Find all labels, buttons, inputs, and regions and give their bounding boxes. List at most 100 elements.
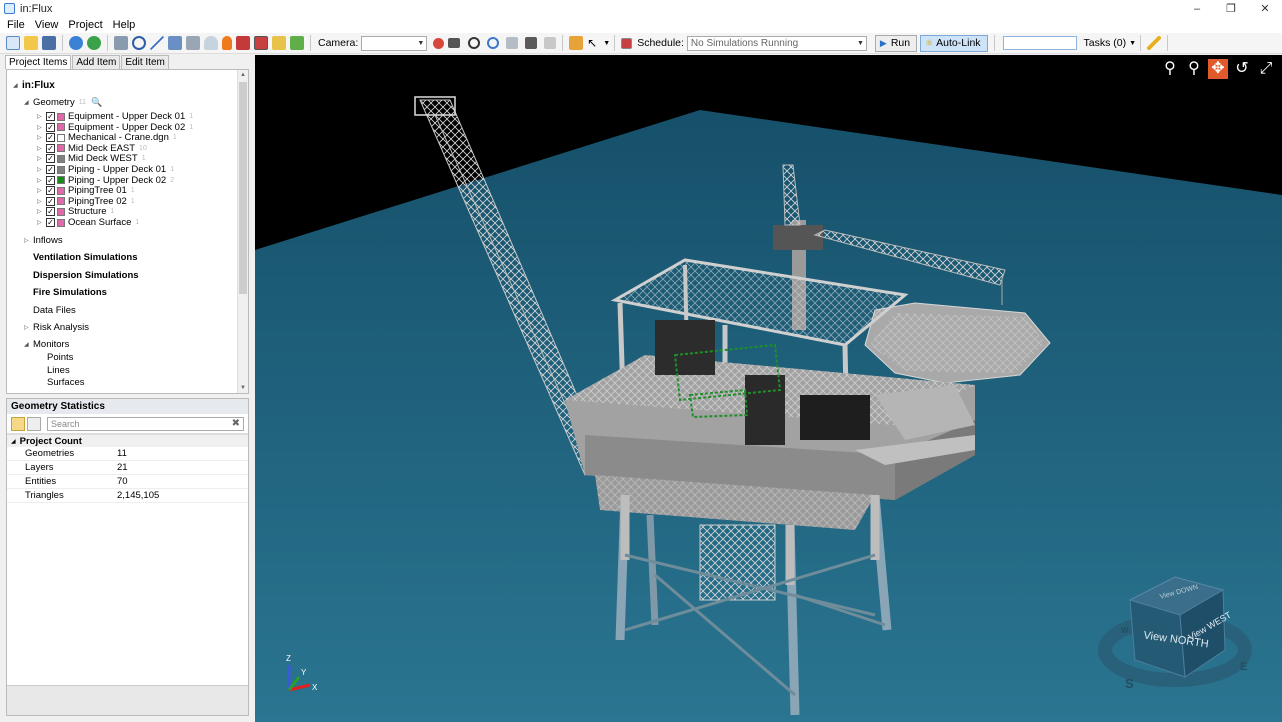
tree-root[interactable]: ◢ in:Flux [13,80,55,91]
tree-monitors[interactable]: ◢ Monitors [24,339,69,350]
schedule-select[interactable]: No Simulations Running ▼ [686,35,867,51]
tasks-dropdown-icon[interactable]: ▼ [1129,40,1136,47]
tree-inflows[interactable]: ▷ Inflows [24,235,63,246]
geometry-item[interactable]: ▷ ✓ PipingTree 02 1 [37,196,135,207]
plane-icon[interactable] [168,36,182,50]
tree-ventilation[interactable]: Ventilation Simulations [33,252,138,263]
menu-project[interactable]: Project [63,19,107,31]
layers-icon[interactable] [114,36,128,50]
geometry-item[interactable]: ▷ ✓ Piping - Upper Deck 01 1 [37,164,174,175]
tree-surfaces[interactable]: Surfaces [47,377,85,388]
ball-icon[interactable] [468,37,481,49]
stats-group[interactable]: ◢ Project Count [7,434,248,447]
collapsed-icon[interactable]: ▷ [24,237,33,244]
geometry-item[interactable]: ▷ ✓ PipingTree 01 1 [37,185,135,196]
scene-svg[interactable]: Z Y X View NORTH View WEST View DOWN S E… [255,55,1282,722]
tab-edit-item[interactable]: Edit Item [121,55,169,69]
collapsed-icon[interactable]: ▷ [37,219,46,226]
menu-file[interactable]: File [2,19,30,31]
export-icon[interactable] [272,36,286,50]
tree-risk[interactable]: ▷ Risk Analysis [24,322,89,333]
camera-select[interactable]: ▼ [361,35,428,51]
geometry-item[interactable]: ▷ ✓ Equipment - Upper Deck 02 1 [37,122,193,133]
stats-row[interactable]: Geometries 11 [7,447,248,461]
visibility-checkbox[interactable]: ✓ [46,143,55,153]
stats-search-input[interactable]: Search ✖ [47,416,244,431]
cursor-dropdown-icon[interactable]: ▼ [603,40,610,47]
tab-add-item[interactable]: Add Item [72,55,121,69]
geometry-item[interactable]: ▷ ✓ Mechanical - Crane.dgn 1 [37,132,177,143]
stats-row[interactable]: Triangles 2,145,105 [7,489,248,503]
tab-project-items[interactable]: Project Items [5,55,72,69]
collapsed-icon[interactable]: ▷ [37,124,46,131]
list-icon[interactable] [525,37,538,49]
visibility-checkbox[interactable]: ✓ [46,186,55,196]
chart-icon[interactable] [290,36,304,50]
menu-help[interactable]: Help [108,19,141,31]
collapsed-icon[interactable]: ▷ [37,113,46,120]
table-icon[interactable] [254,36,268,50]
report-icon[interactable] [236,36,250,50]
restore-button[interactable]: ❐ [1214,0,1248,17]
visibility-checkbox[interactable]: ✓ [46,154,55,164]
collapsed-icon[interactable]: ▷ [37,155,46,162]
zoom-icon[interactable]: ⚲ [1184,59,1204,79]
scroll-up-icon[interactable]: ▲ [238,70,248,80]
visibility-checkbox[interactable]: ✓ [46,122,55,132]
stats-row[interactable]: Entities 70 [7,475,248,489]
target-icon[interactable] [132,36,146,50]
tree-scrollbar[interactable]: ▲ ▼ [237,70,248,393]
visibility-checkbox[interactable]: ✓ [46,207,55,217]
visibility-checkbox[interactable]: ✓ [46,196,55,206]
expanded-icon[interactable]: ◢ [11,438,16,445]
3d-viewport[interactable]: Z Y X View NORTH View WEST View DOWN S E… [255,55,1282,722]
rotate-icon[interactable]: ↺ [1232,59,1252,79]
geometry-item[interactable]: ▷ ✓ Mid Deck WEST 1 [37,153,146,164]
cloud-icon[interactable] [204,36,218,50]
fan-icon[interactable] [186,36,200,50]
scroll-thumb[interactable] [239,82,247,294]
collapsed-icon[interactable]: ▷ [37,134,46,141]
crosshair-icon[interactable] [487,37,500,49]
fire-icon[interactable] [222,36,232,50]
geometry-item[interactable]: ▷ ✓ Equipment - Upper Deck 01 1 [37,111,193,122]
geometry-item[interactable]: ▷ ✓ Structure 1 [37,206,114,217]
scroll-down-icon[interactable]: ▼ [238,383,248,393]
visibility-checkbox[interactable]: ✓ [46,218,55,227]
collapsed-icon[interactable]: ▷ [37,145,46,152]
collapsed-icon[interactable]: ▷ [24,324,33,331]
geometry-item[interactable]: ▷ ✓ Piping - Upper Deck 02 2 [37,175,174,186]
visibility-checkbox[interactable]: ✓ [46,175,55,185]
geometry-item[interactable]: ▷ ✓ Mid Deck EAST 10 [37,143,147,154]
geometry-item[interactable]: ▷ ✓ Ocean Surface 1 [37,217,139,228]
tree-fire[interactable]: Fire Simulations [33,287,107,298]
tree-lines[interactable]: Lines [47,365,70,376]
tree-geometry[interactable]: ◢ Geometry 11 🔍 [24,97,102,108]
visibility-checkbox[interactable]: ✓ [46,133,55,143]
grid-icon[interactable] [506,37,519,49]
tree-points[interactable]: Points [47,352,73,363]
collapsed-icon[interactable]: ▷ [37,208,46,215]
open-folder-icon[interactable] [24,36,38,50]
line-icon[interactable] [150,36,164,50]
collapsed-icon[interactable]: ▷ [37,187,46,194]
save-icon[interactable] [42,36,56,50]
collapsed-icon[interactable]: ▷ [37,198,46,205]
info-icon[interactable] [69,36,83,50]
collapsed-icon[interactable]: ▷ [37,177,46,184]
tree-dispersion[interactable]: Dispersion Simulations [33,270,139,281]
close-button[interactable]: ✕ [1248,0,1282,17]
delete-camera-icon[interactable] [433,37,445,49]
tasks-label[interactable]: Tasks (0) [1084,37,1127,49]
add-green-icon[interactable] [87,36,101,50]
zoom-extents-icon[interactable]: ⚲ [1160,59,1180,79]
pan-icon[interactable]: ✥ [1208,59,1228,79]
pencil-icon[interactable] [1147,36,1162,50]
expanded-icon[interactable]: ◢ [13,82,22,89]
search-icon[interactable]: 🔍 [91,97,102,108]
minimize-button[interactable]: – [1180,0,1214,17]
auto-link-button[interactable]: ⚛ Auto-Link [920,34,988,52]
run-button[interactable]: ▶ Run [874,34,918,52]
new-project-icon[interactable] [6,36,20,50]
visibility-checkbox[interactable]: ✓ [46,112,55,121]
